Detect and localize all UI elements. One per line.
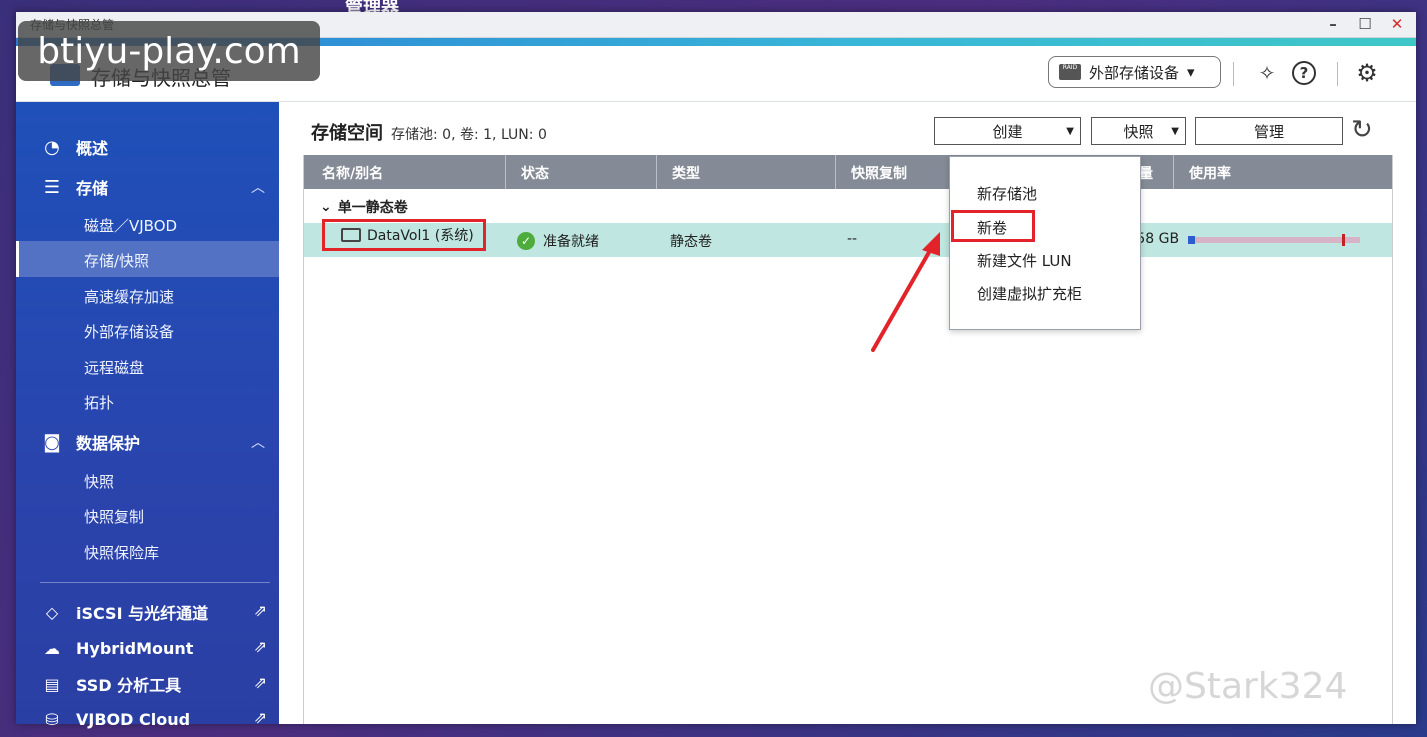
dropdown-caret-icon: ▾ — [1187, 63, 1195, 81]
manage-button[interactable]: 管理 — [1195, 117, 1343, 145]
disk-icon — [341, 228, 361, 242]
sidebar-link-hybridmount[interactable]: ☁ HybridMount — [40, 636, 193, 660]
sidebar-link-label: iSCSI 与光纤通道 — [76, 604, 209, 623]
check-icon: ✓ — [517, 232, 535, 250]
external-storage-button[interactable]: RAID 外部存储设备 ▾ — [1048, 56, 1221, 88]
vault-icon: ◙ — [43, 431, 61, 453]
sidebar-item-remote-disk[interactable]: 远程磁盘 — [84, 357, 144, 378]
ssd-icon: ▤ — [44, 674, 60, 694]
sidebar-item-snapshot-vault[interactable]: 快照保险库 — [84, 542, 159, 563]
external-link-icon[interactable]: ⇗ — [254, 673, 267, 692]
column-header-status[interactable]: 状态 — [521, 163, 549, 183]
volume-name-highlight[interactable]: DataVol1 (系统) — [322, 219, 486, 251]
settings-icon[interactable]: ⚙ — [1354, 59, 1380, 87]
close-icon[interactable]: ✕ — [1388, 15, 1406, 33]
sidebar-link-vjbod-cloud[interactable]: ⛁ VJBOD Cloud — [40, 707, 190, 731]
sidebar-divider — [40, 582, 270, 583]
sidebar-item-data-protection[interactable]: ◙ 数据保护 — [40, 430, 140, 454]
sidebar-item-cache[interactable]: 高速缓存加速 — [84, 286, 174, 307]
external-link-icon[interactable]: ⇗ — [254, 708, 267, 727]
menu-item-new-storage-pool[interactable]: 新存储池 — [977, 183, 1037, 204]
page-summary: 存储池: 0, 卷: 1, LUN: 0 — [391, 127, 547, 143]
snapshot-button[interactable]: 快照 ▼ — [1091, 117, 1186, 145]
menu-item-virtual-enclosure[interactable]: 创建虚拟扩充柜 — [977, 283, 1082, 304]
chevron-up-icon[interactable]: ︿ — [251, 177, 265, 197]
sidebar-item-external-storage[interactable]: 外部存储设备 — [84, 321, 174, 342]
sidebar-item-overview[interactable]: ◔ 概述 — [40, 135, 108, 159]
status-text: 准备就绪 — [543, 234, 599, 250]
usage-fill — [1188, 236, 1195, 244]
snapshot-replication-cell: -- — [847, 231, 858, 247]
external-storage-label: 外部存储设备 — [1089, 63, 1180, 82]
page-title: 存储空间 — [311, 123, 383, 144]
usage-bar — [1188, 234, 1360, 246]
minimize-icon[interactable]: – — [1324, 15, 1342, 33]
table-header: 名称/别名 状态 类型 快照复制 容量 使用率 — [304, 155, 1392, 189]
sidebar-link-label: VJBOD Cloud — [76, 709, 191, 729]
window-controls: – ☐ ✕ — [1324, 15, 1406, 33]
header-divider — [1233, 62, 1234, 86]
create-button[interactable]: 创建 ▼ — [934, 117, 1081, 145]
menu-item-new-volume[interactable]: 新卷 — [977, 217, 1007, 238]
dashboard-icon: ◔ — [44, 136, 60, 158]
vjbod-cloud-icon: ⛁ — [45, 709, 59, 729]
create-button-label: 创建 — [992, 122, 1023, 141]
refresh-icon[interactable]: ↻ — [1351, 115, 1373, 145]
usage-threshold-marker — [1342, 234, 1345, 246]
manage-button-label: 管理 — [1253, 122, 1284, 141]
help-icon[interactable]: ? — [1292, 61, 1316, 85]
raid-icon: RAID — [1059, 64, 1081, 80]
sidebar-link-label: SSD 分析工具 — [76, 676, 182, 695]
sidebar-item-storage[interactable]: ☰ 存储 — [40, 175, 108, 199]
column-header-name[interactable]: 名称/别名 — [322, 163, 383, 183]
sidebar: ◔ 概述 ☰ 存储 ︿ 磁盘／VJBOD 存储/快照 高速缓存加速 外部存储设备… — [16, 102, 279, 729]
column-header-type[interactable]: 类型 — [672, 163, 700, 183]
watermark-bottom: @Stark324 — [1148, 666, 1348, 707]
main-content: 存储空间 存储池: 0, 卷: 1, LUN: 0 创建 ▼ 快照 ▼ 管理 ↻… — [279, 102, 1416, 724]
snapshot-button-label: 快照 — [1123, 122, 1154, 141]
sidebar-link-ssd[interactable]: ▤ SSD 分析工具 — [40, 672, 181, 696]
menu-item-new-file-lun[interactable]: 新建文件 LUN — [977, 250, 1072, 271]
magic-icon[interactable]: ✧ — [1254, 60, 1280, 86]
sidebar-item-label: 概述 — [76, 139, 109, 158]
watermark-top: btiyu-play.com — [18, 21, 320, 81]
chevron-down-icon[interactable]: ⌄ — [320, 199, 332, 215]
sidebar-item-label: 存储 — [76, 179, 109, 198]
sidebar-link-label: HybridMount — [76, 638, 194, 658]
column-header-usage[interactable]: 使用率 — [1189, 163, 1231, 183]
maximize-icon[interactable]: ☐ — [1356, 15, 1374, 33]
sidebar-item-disks[interactable]: 磁盘／VJBOD — [84, 215, 177, 236]
header-divider — [1337, 62, 1338, 86]
cloud-icon: ☁ — [44, 638, 60, 658]
group-label: 单一静态卷 — [337, 200, 408, 216]
external-link-icon[interactable]: ⇗ — [254, 637, 267, 656]
status-cell: ✓ 准备就绪 — [517, 231, 599, 251]
sidebar-item-label: 数据保护 — [76, 434, 141, 453]
database-icon: ☰ — [43, 176, 61, 198]
volume-name: DataVol1 (系统) — [367, 228, 474, 244]
table-row[interactable]: DataVol1 (系统) ✓ 准备就绪 静态卷 -- 1.58 GB — [304, 219, 1392, 257]
chevron-up-icon[interactable]: ︿ — [251, 432, 265, 452]
sidebar-item-snapshot-replica[interactable]: 快照复制 — [84, 506, 144, 527]
sidebar-item-storage-snapshots[interactable]: 存储/快照 — [84, 250, 149, 271]
storage-table: 名称/别名 状态 类型 快照复制 容量 使用率 ⌄ 单一静态卷 DataVol1… — [303, 155, 1393, 724]
sidebar-link-iscsi[interactable]: ◇ iSCSI 与光纤通道 — [40, 600, 208, 624]
caret-down-icon: ▼ — [1171, 125, 1179, 137]
caret-down-icon: ▼ — [1066, 125, 1074, 137]
column-header-snapshot-replication[interactable]: 快照复制 — [851, 163, 907, 183]
create-dropdown-menu: 新存储池 新卷 新建文件 LUN 创建虚拟扩充柜 — [949, 156, 1141, 330]
type-cell: 静态卷 — [670, 234, 712, 250]
external-link-icon[interactable]: ⇗ — [254, 601, 267, 620]
page-heading: 存储空间 存储池: 0, 卷: 1, LUN: 0 — [311, 119, 547, 145]
sidebar-item-snapshot[interactable]: 快照 — [84, 471, 114, 492]
sidebar-item-topology[interactable]: 拓扑 — [84, 392, 114, 413]
iscsi-icon: ◇ — [45, 602, 59, 622]
app-window: 存储与快照总管 – ☐ ✕ 存储与快照总管 RAID 外部存储设备 ▾ ✧ ? … — [16, 12, 1416, 729]
group-header[interactable]: ⌄ 单一静态卷 — [320, 197, 408, 217]
